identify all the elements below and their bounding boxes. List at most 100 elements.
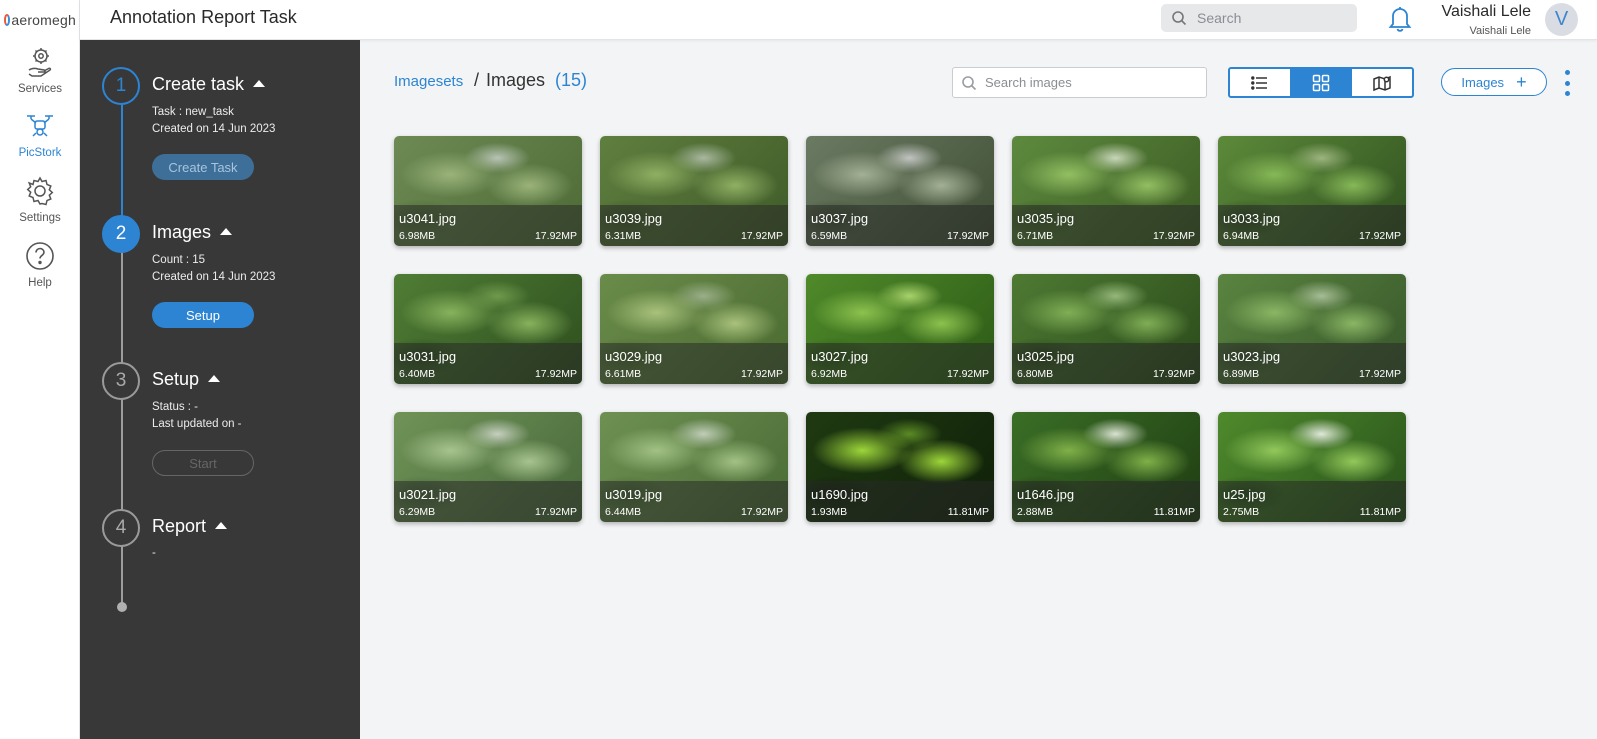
rail-item-settings[interactable]: Settings <box>0 173 80 224</box>
breadcrumb-separator: / <box>474 70 480 90</box>
step-title-container[interactable]: Images <box>152 222 233 243</box>
search-images-input[interactable] <box>985 75 1195 90</box>
step-number: 3 <box>102 362 140 400</box>
page-title: Annotation Report Task <box>110 7 297 27</box>
image-card[interactable]: u3029.jpg 6.61MB 17.92MP <box>600 274 788 384</box>
step-detail: Created on 14 Jun 2023 <box>152 271 276 283</box>
caret-up-icon <box>253 80 266 87</box>
list-icon <box>1251 75 1267 90</box>
step-detail: Status : - <box>152 401 199 413</box>
image-megapixels: 17.92MP <box>1152 368 1195 380</box>
map-view-button[interactable] <box>1352 69 1412 96</box>
left-rail: aeromegh Services PicStork Settings Help <box>0 0 80 739</box>
step-detail: Count : 15 <box>152 254 206 266</box>
aeromegh-logo-icon <box>4 14 11 26</box>
image-megapixels: 11.81MP <box>1153 506 1195 518</box>
image-card[interactable]: u25.jpg 2.75MB 11.81MP <box>1218 412 1406 522</box>
image-filename: u3037.jpg <box>811 211 869 226</box>
image-filesize: 1.93MB <box>811 506 848 518</box>
rail-item-help[interactable]: Help <box>0 238 80 289</box>
image-card[interactable]: u3041.jpg 6.98MB 17.92MP <box>394 136 582 246</box>
image-card[interactable]: u3035.jpg 6.71MB 17.92MP <box>1012 136 1200 246</box>
image-filesize: 6.98MB <box>399 230 436 242</box>
image-card[interactable]: u3039.jpg 6.31MB 17.92MP <box>600 136 788 246</box>
image-filename: u3023.jpg <box>1223 349 1281 364</box>
search-icon <box>962 75 977 90</box>
image-card[interactable]: u1690.jpg 1.93MB 11.81MP <box>806 412 994 522</box>
add-images-label: Images <box>1461 74 1505 90</box>
caret-up-icon <box>208 375 221 382</box>
user-name: Vaishali Lele <box>1441 3 1531 20</box>
step-title-container[interactable]: Setup <box>152 369 221 390</box>
more-options-icon[interactable] <box>1563 70 1571 96</box>
image-filesize: 6.40MB <box>399 368 436 380</box>
map-pin-icon <box>1373 75 1391 91</box>
image-card[interactable]: u1646.jpg 2.88MB 11.81MP <box>1012 412 1200 522</box>
image-megapixels: 17.92MP <box>740 368 783 380</box>
services-hand-gear-icon <box>28 48 52 77</box>
image-filename: u25.jpg <box>1223 487 1266 502</box>
step-title: Report <box>152 516 207 536</box>
user-subtitle: Vaishali Lele <box>1469 25 1531 37</box>
rail-item-picstork[interactable]: PicStork <box>0 108 80 159</box>
image-filesize: 6.89MB <box>1223 368 1260 380</box>
avatar[interactable]: V <box>1545 3 1578 36</box>
image-filename: u3019.jpg <box>605 487 663 502</box>
image-filesize: 6.44MB <box>605 506 642 518</box>
step-detail: Created on 14 Jun 2023 <box>152 123 276 135</box>
image-filesize: 6.29MB <box>399 506 436 518</box>
grid-view-button[interactable] <box>1291 69 1352 96</box>
list-view-button[interactable] <box>1230 69 1291 96</box>
search-icon <box>1172 11 1187 26</box>
image-filesize: 6.94MB <box>1223 230 1260 242</box>
create-task-button[interactable]: Create Task <box>152 154 254 180</box>
step-title: Create task <box>152 74 245 94</box>
step-number: 4 <box>102 509 140 547</box>
breadcrumb-imagesets-link[interactable]: Imagesets <box>394 73 463 90</box>
image-filename: u1646.jpg <box>1017 487 1075 502</box>
caret-up-icon <box>215 522 228 529</box>
question-circle-icon <box>26 242 54 270</box>
image-megapixels: 17.92MP <box>740 506 783 518</box>
image-card[interactable]: u3031.jpg 6.40MB 17.92MP <box>394 274 582 384</box>
image-filename: u1690.jpg <box>811 487 869 502</box>
image-card[interactable]: u3019.jpg 6.44MB 17.92MP <box>600 412 788 522</box>
image-filename: u3021.jpg <box>399 487 457 502</box>
image-megapixels: 17.92MP <box>534 230 577 242</box>
setup-button[interactable]: Setup <box>152 302 254 328</box>
image-filesize: 6.80MB <box>1017 368 1054 380</box>
grid-icon <box>1312 74 1330 91</box>
step-title-container[interactable]: Report <box>152 516 228 537</box>
image-card[interactable]: u3023.jpg 6.89MB 17.92MP <box>1218 274 1406 384</box>
brand-logo[interactable]: aeromegh <box>4 10 76 30</box>
rail-label-services: Services <box>17 83 63 95</box>
image-filesize: 6.61MB <box>605 368 642 380</box>
caret-up-icon <box>220 228 233 235</box>
step-title-container[interactable]: Create task <box>152 74 266 95</box>
rail-item-services[interactable]: Services <box>0 44 80 95</box>
step-detail: Task : new_task <box>152 106 234 118</box>
bell-icon[interactable] <box>1386 3 1414 33</box>
image-megapixels: 17.92MP <box>740 230 783 242</box>
image-filesize: 6.59MB <box>811 230 848 242</box>
step-number: 1 <box>102 67 140 105</box>
image-card[interactable]: u3027.jpg 6.92MB 17.92MP <box>806 274 994 384</box>
global-search[interactable]: Search <box>1161 4 1357 32</box>
image-megapixels: 17.92MP <box>1358 230 1401 242</box>
image-search-box <box>952 67 1207 98</box>
add-images-button[interactable]: Images + <box>1441 68 1547 96</box>
workflow-panel: 1 Create task Task : new_task Created on… <box>80 40 360 739</box>
image-megapixels: 11.81MP <box>947 506 989 518</box>
rail-label-picstork: PicStork <box>18 147 62 159</box>
image-filesize: 2.75MB <box>1223 506 1260 518</box>
image-card[interactable]: u3037.jpg 6.59MB 17.92MP <box>806 136 994 246</box>
view-mode-toggle <box>1228 67 1414 98</box>
image-filesize: 6.71MB <box>1017 230 1054 242</box>
image-card[interactable]: u3021.jpg 6.29MB 17.92MP <box>394 412 582 522</box>
image-megapixels: 17.92MP <box>946 230 989 242</box>
image-megapixels: 17.92MP <box>534 368 577 380</box>
image-card[interactable]: u3025.jpg 6.80MB 17.92MP <box>1012 274 1200 384</box>
start-button[interactable]: Start <box>152 450 254 476</box>
image-card[interactable]: u3033.jpg 6.94MB 17.92MP <box>1218 136 1406 246</box>
image-megapixels: 17.92MP <box>946 368 989 380</box>
